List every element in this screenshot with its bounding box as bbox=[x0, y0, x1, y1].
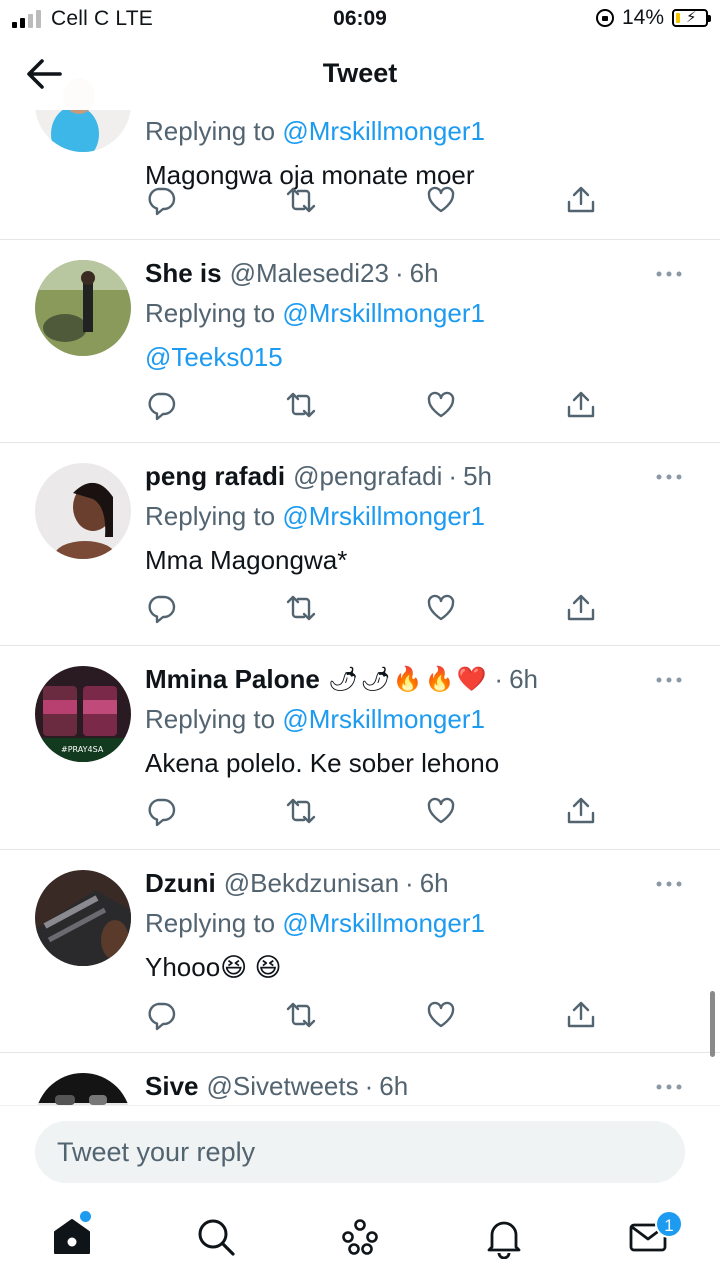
like-icon[interactable] bbox=[425, 389, 457, 421]
mention-link[interactable]: @Mrskillmonger1 bbox=[282, 501, 485, 531]
replies-feed[interactable]: Replying to @Mrskillmonger1 Magongwa oja… bbox=[0, 38, 720, 1105]
user-handle[interactable]: @pengrafadi bbox=[293, 461, 442, 492]
share-icon[interactable] bbox=[565, 592, 597, 624]
like-icon[interactable] bbox=[425, 999, 457, 1031]
like-icon[interactable] bbox=[425, 592, 457, 624]
avatar-caption: #PRAY4SA bbox=[61, 745, 104, 754]
user-handle[interactable]: @Malesedi23 bbox=[230, 258, 389, 289]
more-options-icon[interactable] bbox=[656, 1083, 682, 1091]
reply-icon[interactable] bbox=[145, 592, 177, 624]
timestamp[interactable]: 6h bbox=[410, 258, 439, 289]
reply-icon[interactable] bbox=[145, 999, 177, 1031]
rotation-lock-icon bbox=[595, 9, 614, 27]
tweet-actions bbox=[145, 184, 605, 216]
retweet-icon[interactable] bbox=[285, 999, 317, 1031]
reply-icon[interactable] bbox=[145, 184, 177, 216]
user-handle[interactable]: @Bekdzunisan bbox=[224, 868, 399, 899]
tweet-actions bbox=[145, 389, 605, 421]
tweet-actions bbox=[145, 795, 605, 827]
display-name[interactable]: Sive bbox=[145, 1071, 199, 1102]
spaces-icon[interactable] bbox=[338, 1215, 382, 1259]
user-handle[interactable]: @Sivetweets bbox=[207, 1071, 359, 1102]
tweet[interactable]: Sive @Sivetweets · 6h bbox=[0, 1053, 720, 1105]
display-name[interactable]: peng rafadi bbox=[145, 461, 285, 492]
timestamp[interactable]: 5h bbox=[463, 461, 492, 492]
retweet-icon[interactable] bbox=[285, 389, 317, 421]
avatar[interactable] bbox=[35, 870, 131, 966]
page-title: Tweet bbox=[322, 58, 398, 88]
display-name[interactable]: Mmina Palone bbox=[145, 664, 320, 695]
replying-to: Replying to @Mrskillmonger1 bbox=[145, 501, 485, 531]
share-icon[interactable] bbox=[565, 999, 597, 1031]
reply-input[interactable] bbox=[35, 1121, 685, 1183]
messages-badge: 1 bbox=[655, 1210, 683, 1238]
home-unread-dot bbox=[80, 1211, 91, 1222]
tweet-text: Yhooo😆 😆 bbox=[145, 952, 282, 982]
replying-to: Replying to @Mrskillmonger1 bbox=[145, 116, 485, 146]
like-icon[interactable] bbox=[425, 184, 457, 216]
mention-link[interactable]: @Mrskillmonger1 bbox=[282, 116, 485, 146]
avatar[interactable]: #PRAY4SA bbox=[35, 666, 131, 762]
tweet-text: Mma Magongwa* bbox=[145, 545, 348, 575]
display-name[interactable]: Dzuni bbox=[145, 868, 216, 899]
share-icon[interactable] bbox=[565, 795, 597, 827]
avatar[interactable] bbox=[35, 260, 131, 356]
reply-bar bbox=[0, 1105, 720, 1197]
tweet[interactable]: She is @Malesedi23 · 6h Replying to @Mrs… bbox=[0, 240, 720, 443]
replying-to: Replying to @Mrskillmonger1 bbox=[145, 704, 485, 734]
share-icon[interactable] bbox=[565, 389, 597, 421]
reply-icon[interactable] bbox=[145, 795, 177, 827]
notifications-icon[interactable] bbox=[482, 1215, 526, 1259]
retweet-icon[interactable] bbox=[285, 184, 317, 216]
battery-percent: 14% bbox=[621, 6, 664, 29]
more-options-icon[interactable] bbox=[656, 676, 682, 684]
like-icon[interactable] bbox=[425, 795, 457, 827]
reply-icon[interactable] bbox=[145, 389, 177, 421]
mention-link[interactable]: @Mrskillmonger1 bbox=[282, 704, 485, 734]
tweet-text[interactable]: @Teeks015 bbox=[145, 342, 680, 372]
more-options-icon[interactable] bbox=[656, 473, 682, 481]
timestamp[interactable]: 6h bbox=[379, 1071, 408, 1102]
more-options-icon[interactable] bbox=[656, 880, 682, 888]
more-options-icon[interactable] bbox=[656, 270, 682, 278]
avatar[interactable] bbox=[35, 1073, 131, 1105]
mention-link[interactable]: @Mrskillmonger1 bbox=[282, 298, 485, 328]
status-bar: Cell C LTE 06:09 14% ⚡ bbox=[0, 0, 720, 38]
tweet-actions bbox=[145, 999, 605, 1031]
display-name[interactable]: She is bbox=[145, 258, 222, 289]
scrollbar-thumb[interactable] bbox=[710, 991, 715, 1057]
timestamp[interactable]: 6h bbox=[420, 868, 449, 899]
share-icon[interactable] bbox=[565, 184, 597, 216]
replying-to: Replying to @Mrskillmonger1 bbox=[145, 908, 485, 938]
tweet[interactable]: peng rafadi @pengrafadi · 5h Replying to… bbox=[0, 443, 720, 646]
replying-to: Replying to @Mrskillmonger1 bbox=[145, 298, 485, 328]
search-icon[interactable] bbox=[194, 1215, 238, 1259]
mention-link[interactable]: @Mrskillmonger1 bbox=[282, 908, 485, 938]
timestamp[interactable]: 6h bbox=[509, 664, 538, 695]
retweet-icon[interactable] bbox=[285, 592, 317, 624]
tweet[interactable]: #PRAY4SA Mmina Palone 🌶🌶🔥🔥❤️ · 6h Replyi… bbox=[0, 646, 720, 850]
retweet-icon[interactable] bbox=[285, 795, 317, 827]
avatar[interactable] bbox=[35, 463, 131, 559]
name-emojis: 🌶🌶🔥🔥❤️ bbox=[327, 665, 489, 693]
tweet[interactable]: Dzuni @Bekdzunisan · 6h Replying to @Mrs… bbox=[0, 850, 720, 1053]
tweet-actions bbox=[145, 592, 605, 624]
bottom-tab-bar bbox=[0, 1197, 720, 1280]
battery-icon: ⚡ bbox=[672, 9, 711, 27]
tweet-text: Akena polelo. Ke sober lehono bbox=[145, 748, 500, 778]
tweet-header: Tweet bbox=[0, 38, 720, 110]
